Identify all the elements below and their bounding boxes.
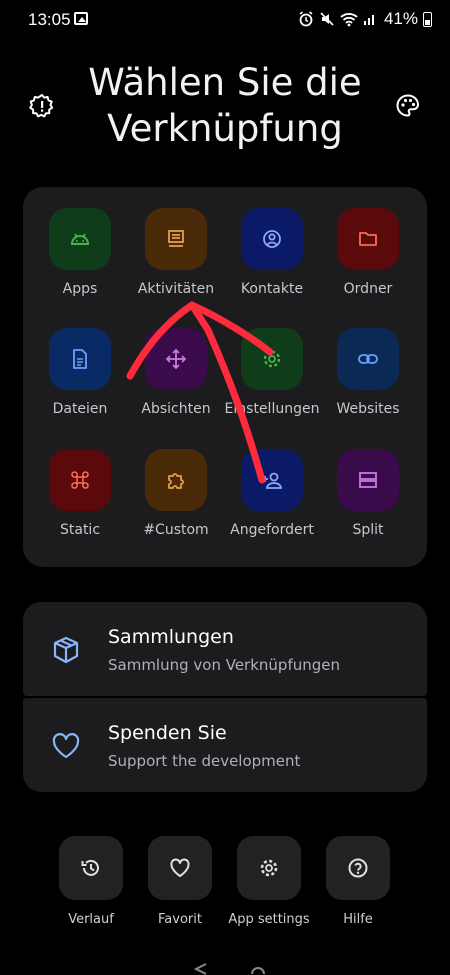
shortcut-type-grid: Apps Aktivitäten Kontakte Ordner Dateien… bbox=[23, 187, 427, 567]
tile-static[interactable]: Static bbox=[32, 449, 128, 538]
wifi-icon bbox=[340, 12, 358, 26]
card-title: Spenden Sie bbox=[108, 722, 227, 744]
history-button[interactable] bbox=[59, 836, 123, 900]
tile-label: Websites bbox=[336, 401, 400, 417]
heart-icon bbox=[52, 733, 80, 759]
palette-icon[interactable] bbox=[395, 93, 421, 119]
page-title: Wählen Sie die Verknüpfung bbox=[80, 60, 370, 152]
tile-label: Absichten bbox=[141, 401, 211, 417]
person-add-icon bbox=[241, 449, 303, 511]
help-action[interactable]: Hilfe bbox=[308, 836, 408, 927]
activity-icon bbox=[145, 208, 207, 270]
battery-icon bbox=[423, 11, 432, 27]
tile-label: Apps bbox=[62, 281, 98, 297]
tile-label: Ordner bbox=[343, 281, 393, 297]
history-icon bbox=[81, 859, 99, 876]
tile-websites[interactable]: Websites bbox=[320, 328, 416, 417]
help-icon bbox=[348, 858, 368, 878]
status-icons: 41% bbox=[298, 9, 432, 29]
collections-card[interactable]: Sammlungen Sammlung von Verknüpfungen bbox=[23, 602, 427, 696]
action-label: Verlauf bbox=[68, 912, 114, 927]
alarm-icon bbox=[299, 11, 313, 27]
action-label: Hilfe bbox=[343, 912, 373, 927]
action-label: Favorit bbox=[158, 912, 202, 927]
file-icon bbox=[49, 328, 111, 390]
tile-label: Dateien bbox=[52, 401, 108, 417]
tile-files[interactable]: Dateien bbox=[32, 328, 128, 417]
status-time: 13:05 bbox=[28, 10, 71, 29]
tile-custom[interactable]: #Custom bbox=[128, 449, 224, 538]
tile-label: Kontakte bbox=[240, 281, 304, 297]
contact-icon bbox=[241, 208, 303, 270]
command-icon bbox=[49, 449, 111, 511]
page-title-line2: Verknüpfung bbox=[107, 107, 343, 150]
home-nav-icon[interactable] bbox=[251, 967, 265, 975]
tile-requested[interactable]: Angefordert bbox=[224, 449, 320, 538]
tile-split[interactable]: Split bbox=[320, 449, 416, 538]
back-nav-icon[interactable] bbox=[193, 963, 207, 975]
tile-label: Split bbox=[352, 522, 384, 538]
tile-contacts[interactable]: Kontakte bbox=[224, 208, 320, 297]
history-action[interactable]: Verlauf bbox=[41, 836, 141, 927]
tile-intents[interactable]: Absichten bbox=[128, 328, 224, 417]
intent-icon bbox=[145, 328, 207, 390]
signal-icon bbox=[363, 15, 374, 25]
tile-label: Aktivitäten bbox=[137, 281, 215, 297]
link-icon bbox=[337, 328, 399, 390]
tile-label: Static bbox=[59, 522, 101, 538]
battery-percent: 41% bbox=[383, 9, 418, 28]
app-settings-button[interactable] bbox=[237, 836, 301, 900]
tile-activities[interactable]: Aktivitäten bbox=[128, 208, 224, 297]
tile-label: Angefordert bbox=[230, 522, 314, 538]
card-subtitle: Support the development bbox=[108, 752, 301, 770]
donate-card[interactable]: Spenden Sie Support the development bbox=[23, 698, 427, 792]
tile-label: #Custom bbox=[143, 522, 209, 538]
favorite-button[interactable] bbox=[148, 836, 212, 900]
tile-apps[interactable]: Apps bbox=[32, 208, 128, 297]
android-icon bbox=[49, 208, 111, 270]
puzzle-icon bbox=[145, 449, 207, 511]
app-settings-action[interactable]: App settings bbox=[219, 836, 319, 927]
settings-icon bbox=[241, 328, 303, 390]
tile-settings[interactable]: Einstellungen bbox=[224, 328, 320, 417]
card-title: Sammlungen bbox=[108, 626, 234, 648]
tile-folders[interactable]: Ordner bbox=[320, 208, 416, 297]
split-icon bbox=[337, 449, 399, 511]
help-button[interactable] bbox=[326, 836, 390, 900]
box-icon bbox=[53, 636, 79, 664]
settings-icon bbox=[260, 859, 278, 877]
card-subtitle: Sammlung von Verknüpfungen bbox=[108, 656, 341, 674]
action-label: App settings bbox=[228, 912, 310, 927]
gallery-notification-icon bbox=[74, 12, 88, 25]
heart-icon bbox=[170, 858, 190, 877]
status-bar: 13:05 41% bbox=[0, 0, 450, 40]
page-title-line1: Wählen Sie die bbox=[88, 61, 362, 104]
folder-icon bbox=[337, 208, 399, 270]
navigation-bar bbox=[193, 963, 265, 975]
favorite-action[interactable]: Favorit bbox=[130, 836, 230, 927]
gear-alert-icon[interactable] bbox=[29, 93, 55, 119]
tile-label: Einstellungen bbox=[224, 401, 320, 417]
mute-icon bbox=[320, 12, 334, 26]
